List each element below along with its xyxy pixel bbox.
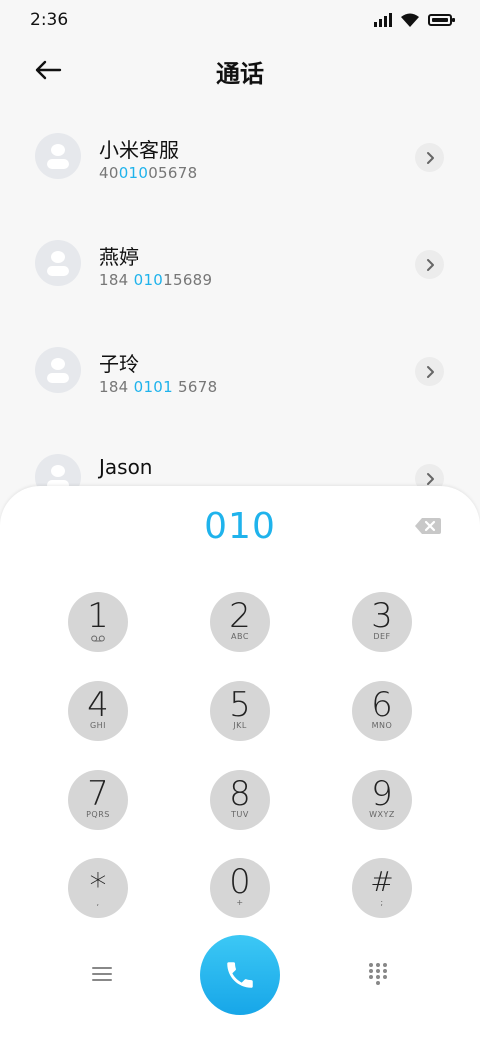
key-3[interactable]: 3 DEF [352, 592, 412, 652]
contact-item[interactable]: 子玲 184 0101 5678 [0, 318, 480, 425]
contact-list: 小米客服 4001005678 燕婷 184 01015689 子玲 184 0… [0, 104, 480, 532]
dialpad-icon [369, 963, 387, 985]
key-2[interactable]: 2 ABC [210, 592, 270, 652]
voicemail-icon [91, 635, 105, 642]
contact-name: Jason [99, 455, 153, 479]
key-7[interactable]: 7 PQRS [68, 770, 128, 830]
chevron-right-icon [426, 365, 434, 378]
key-1[interactable]: 1 [68, 592, 128, 652]
contact-number: 184 01015689 [99, 271, 213, 289]
backspace-icon [415, 518, 441, 534]
key-8[interactable]: 8 TUV [210, 770, 270, 830]
key-star[interactable]: * , [68, 858, 128, 918]
phone-icon [227, 962, 253, 988]
contact-detail-button[interactable] [415, 143, 444, 172]
key-6[interactable]: 6 MNO [352, 681, 412, 741]
contact-name: 燕婷 [99, 245, 139, 269]
contact-item[interactable]: 小米客服 4001005678 [0, 104, 480, 211]
avatar [35, 347, 81, 393]
contact-item[interactable]: 燕婷 184 01015689 [0, 211, 480, 318]
avatar [35, 240, 81, 286]
backspace-button[interactable] [413, 515, 443, 537]
dialpad-sheet: 010 1 2 ABC 3 DEF 4 GHI 5 JKL 6 MNO 7 PQ… [0, 486, 480, 1040]
key-4[interactable]: 4 GHI [68, 681, 128, 741]
contact-number: 4001005678 [99, 164, 198, 182]
key-0[interactable]: 0 + [210, 858, 270, 918]
avatar [35, 133, 81, 179]
page-title: 通话 [216, 60, 264, 88]
dialpad-toggle-button[interactable] [367, 962, 389, 986]
key-hash[interactable]: # ; [352, 858, 412, 918]
key-5[interactable]: 5 JKL [210, 681, 270, 741]
dialed-number: 010 [204, 506, 276, 547]
signal-icon [374, 13, 392, 27]
status-icons [374, 12, 455, 28]
chevron-right-icon [426, 472, 434, 485]
contact-name: 子玲 [99, 352, 139, 376]
key-9[interactable]: 9 WXYZ [352, 770, 412, 830]
header: 通话 [0, 40, 480, 100]
contact-name: 小米客服 [99, 138, 179, 162]
chevron-right-icon [426, 151, 434, 164]
battery-icon [428, 14, 455, 26]
contact-detail-button[interactable] [415, 357, 444, 386]
call-button[interactable] [200, 935, 280, 1015]
menu-button[interactable] [90, 962, 114, 986]
menu-icon [92, 967, 112, 981]
chevron-right-icon [426, 258, 434, 271]
wifi-icon [401, 13, 419, 27]
status-bar: 2:36 [0, 0, 480, 40]
contact-detail-button[interactable] [415, 250, 444, 279]
contact-number: 184 0101 5678 [99, 378, 218, 396]
status-time: 2:36 [30, 10, 69, 30]
